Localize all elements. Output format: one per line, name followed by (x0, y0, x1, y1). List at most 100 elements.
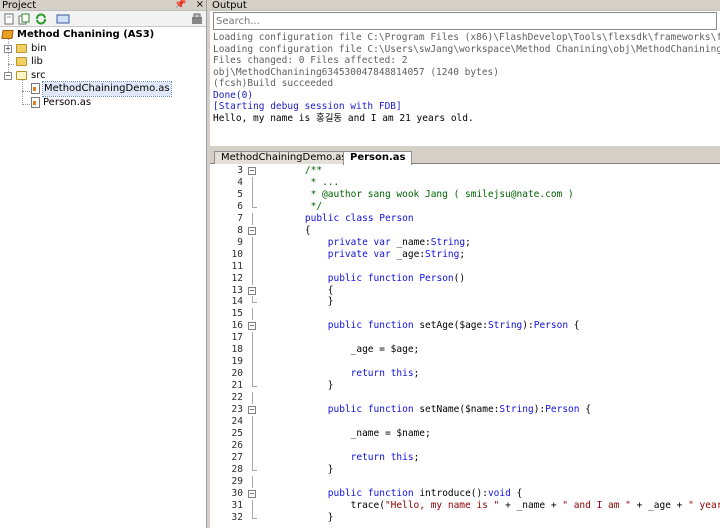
fold-guide (252, 248, 253, 261)
code-text: _age = $age; (282, 344, 420, 356)
project-panel-title: Project (2, 0, 37, 11)
code-line[interactable]: 30− public function introduce():void { (210, 488, 720, 500)
fold-guide (252, 356, 253, 369)
fold-toggle-icon[interactable]: − (248, 286, 256, 295)
tree-item-label: bin (31, 42, 47, 54)
code-line[interactable]: 29 (210, 475, 720, 488)
code-line[interactable]: 12 public function Person() (210, 272, 720, 285)
refresh-icon[interactable] (35, 13, 47, 25)
code-text: } (282, 380, 334, 392)
fold-guide (252, 475, 253, 488)
copy-icon[interactable] (18, 13, 30, 25)
collapse-icon[interactable]: − (4, 71, 12, 80)
code-text: trace("Hello, my name is " + _name + " a… (282, 499, 720, 511)
new-file-icon[interactable] (3, 13, 15, 25)
line-number: 14 (231, 296, 243, 308)
code-text: _name = $name; (282, 427, 431, 439)
fold-end-marker (252, 302, 257, 304)
expand-icon[interactable]: + (4, 44, 12, 53)
code-line[interactable]: 20 return this; (210, 368, 720, 381)
as-file-icon (31, 83, 40, 94)
tree-item-lib[interactable]: lib (0, 55, 206, 69)
code-text: public function setName($name:String):Pe… (327, 404, 591, 416)
code-line[interactable]: 23− public function setName($name:String… (210, 404, 720, 416)
code-line[interactable]: 6 */ (210, 200, 720, 213)
code-line[interactable]: 15 (210, 308, 720, 321)
line-number: 3 (237, 165, 243, 176)
line-number: 10 (231, 248, 243, 260)
line-number: 9 (237, 236, 243, 248)
fold-toggle-icon[interactable]: − (248, 406, 256, 415)
tree-item-project-root[interactable]: Method Chanining (AS3) (0, 28, 206, 42)
tree-item-bin[interactable]: + bin (0, 42, 206, 56)
fold-guide (252, 236, 253, 249)
fold-toggle-icon[interactable]: − (248, 226, 256, 235)
code-line[interactable]: 26 (210, 439, 720, 452)
line-number: 4 (237, 176, 243, 188)
close-icon[interactable]: × (196, 0, 204, 10)
code-line[interactable]: 28 } (210, 463, 720, 476)
fold-guide (252, 272, 253, 285)
code-text: } (282, 463, 334, 475)
fold-toggle-icon[interactable]: − (248, 322, 256, 331)
tab-person[interactable]: Person.as (343, 151, 413, 165)
code-line[interactable]: 31 trace("Hello, my name is " + _name + … (210, 499, 720, 512)
tree-item-src[interactable]: − src (0, 69, 206, 83)
code-line[interactable]: 5 * @author sang wook Jang ( smilejsu@na… (210, 188, 720, 201)
output-panel: Output Loading configuration file C:\Pro… (210, 0, 720, 146)
line-number: 16 (231, 320, 243, 332)
code-line[interactable]: 10 private var _age:String; (210, 248, 720, 261)
log-line: Done(0) (213, 89, 254, 101)
code-text: * ... (282, 176, 340, 188)
folder-icon (16, 43, 27, 53)
code-line[interactable]: 9 private var _name:String; (210, 236, 720, 249)
code-text: */ (282, 200, 323, 212)
output-search-input[interactable] (214, 13, 716, 29)
code-editor: MethodChainingDemo.as Person.as 3− /** 4 … (210, 150, 720, 528)
code-line[interactable]: 3− /** (210, 165, 720, 177)
code-line[interactable]: 16− public function setAge($age:String):… (210, 320, 720, 332)
tree-item-person[interactable]: Person.as (0, 96, 206, 110)
package-icon (1, 30, 14, 39)
code-line[interactable]: 21 } (210, 380, 720, 392)
log-line: Hello, my name is 홍길동 and I am 21 years … (213, 112, 474, 124)
code-line[interactable]: 19 (210, 356, 720, 369)
line-number: 6 (237, 200, 243, 212)
code-text: /** (282, 165, 323, 176)
view-icon[interactable] (56, 13, 70, 25)
code-line[interactable]: 11 (210, 260, 720, 273)
code-line[interactable]: 7 public class Person (210, 212, 720, 225)
code-line[interactable]: 27 return this; (210, 451, 720, 464)
code-line[interactable]: 25 _name = $name; (210, 427, 720, 440)
fold-toggle-icon[interactable]: − (248, 489, 256, 498)
output-log: Loading configuration file C:\Program Fi… (210, 30, 720, 124)
tree-item-label: MethodChainingDemo.as (42, 81, 172, 97)
code-line[interactable]: 22 (210, 392, 720, 405)
code-line[interactable]: 8− { (210, 225, 720, 237)
settings-icon[interactable] (191, 13, 203, 25)
code-line[interactable]: 13− { (210, 285, 720, 297)
open-folder-icon (16, 70, 27, 80)
fold-toggle-icon[interactable]: − (248, 167, 256, 175)
code-line[interactable]: 17 (210, 332, 720, 345)
line-number: 23 (231, 404, 243, 416)
pin-icon[interactable]: 📌 (174, 0, 186, 10)
line-number: 17 (231, 332, 243, 344)
line-number: 20 (231, 368, 243, 380)
code-line[interactable]: 4 * ... (210, 176, 720, 189)
code-line[interactable]: 14 } (210, 296, 720, 308)
code-line[interactable]: 24 (210, 416, 720, 428)
line-number: 11 (231, 260, 243, 272)
code-line[interactable]: 18 _age = $age; (210, 344, 720, 357)
line-number: 28 (231, 463, 243, 475)
project-toolbar (0, 11, 206, 27)
code-line[interactable]: 32 } (210, 511, 720, 524)
fold-guide (252, 451, 253, 464)
code-area[interactable]: 3− /** 4 * ... 5 * @author sang wook Jang … (210, 165, 720, 528)
fold-guide (252, 427, 253, 440)
fold-guide (252, 499, 253, 512)
tab-methodchainingdemo[interactable]: MethodChainingDemo.as (214, 151, 354, 164)
code-text: return this; (350, 368, 420, 380)
as-file-icon (31, 96, 40, 108)
tree-item-methodchainingdemo[interactable]: MethodChainingDemo.as (0, 81, 206, 97)
